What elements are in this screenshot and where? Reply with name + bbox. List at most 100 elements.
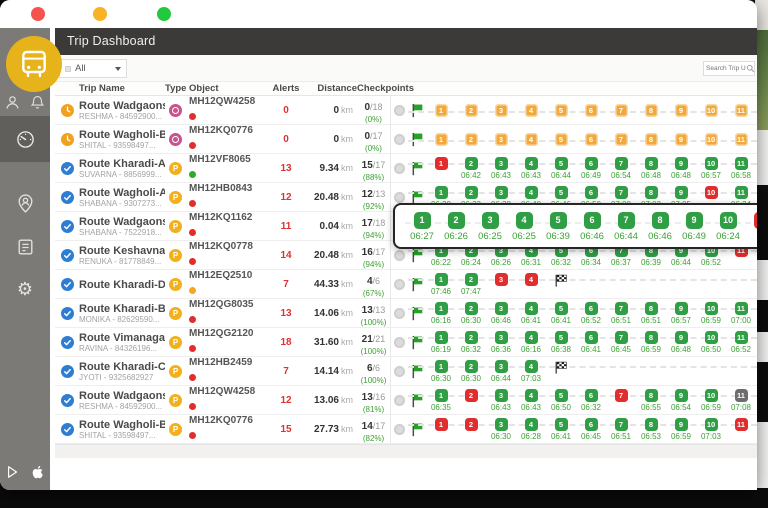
checkpoint-badge[interactable]: 5: [555, 104, 568, 117]
checkpoint-badge[interactable]: 7: [615, 104, 628, 117]
timeline-clock-icon[interactable]: [394, 395, 405, 406]
close-window-button[interactable]: [31, 7, 45, 21]
minimize-window-button[interactable]: [93, 7, 107, 21]
checkpoint-badge[interactable]: 2: [465, 157, 478, 170]
checkpoint-badge[interactable]: 11: [735, 331, 748, 344]
trip-name[interactable]: Route Kharadi-D...: [79, 279, 165, 291]
checkpoint-badge[interactable]: 1: [435, 186, 448, 199]
table-row[interactable]: Route Wadgaonsh... RESHMA - 84592900... …: [55, 386, 757, 415]
checkpoint-badge[interactable]: 8: [645, 157, 658, 170]
timeline-clock-icon[interactable]: [394, 134, 405, 145]
sidebar-item-reports[interactable]: [0, 224, 50, 270]
checkpoint-badge[interactable]: 1: [435, 418, 448, 431]
checkpoint-badge[interactable]: 3: [495, 186, 508, 199]
timeline-clock-icon[interactable]: [394, 279, 405, 290]
trip-name[interactable]: Route Wadgaonsh...: [79, 100, 165, 112]
table-row[interactable]: Route Wagholi-B... SHITAL - 93598497... …: [55, 415, 757, 444]
apple-icon[interactable]: [31, 465, 45, 484]
checkpoint-badge[interactable]: 2: [465, 389, 478, 402]
checkpoint-badge[interactable]: 2: [465, 104, 478, 117]
checkpoint-badge[interactable]: 2: [465, 418, 478, 431]
sidebar-item-dashboard[interactable]: [0, 116, 50, 162]
checkpoint-badge[interactable]: 3: [495, 302, 508, 315]
checkpoint-badge[interactable]: 10: [720, 212, 737, 229]
timeline-clock-icon[interactable]: [394, 163, 405, 174]
user-icon[interactable]: [4, 94, 21, 116]
trip-name[interactable]: Route Vimanagar...: [79, 332, 165, 344]
checkpoint-badge[interactable]: 4: [525, 389, 538, 402]
checkpoint-badge[interactable]: 5: [555, 186, 568, 199]
checkpoint-badge[interactable]: 5: [555, 418, 568, 431]
checkpoint-badge[interactable]: 4: [516, 212, 533, 229]
sidebar-item-tracking[interactable]: [0, 180, 50, 226]
checkpoint-badge[interactable]: 2: [465, 273, 478, 286]
checkpoint-badge[interactable]: 6: [585, 331, 598, 344]
checkpoint-badge[interactable]: 4: [525, 133, 538, 146]
checkpoint-badge[interactable]: 8: [645, 186, 658, 199]
checkpoint-badge[interactable]: 10: [705, 186, 718, 199]
checkpoint-badge[interactable]: 9: [675, 133, 688, 146]
table-row[interactable]: Route Wadgaonsh... SHABANA - 7522918... …: [55, 212, 757, 241]
checkpoint-badge[interactable]: 8: [645, 331, 658, 344]
checkpoint-badge[interactable]: 8: [645, 389, 658, 402]
checkpoint-badge[interactable]: 7: [615, 418, 628, 431]
checkpoint-badge[interactable]: 4: [525, 157, 538, 170]
checkpoint-badge[interactable]: 5: [555, 331, 568, 344]
trip-name[interactable]: Route Keshavnag...: [79, 245, 165, 257]
checkpoint-badge[interactable]: 8: [645, 418, 658, 431]
table-row[interactable]: Route Kharadi-C... JYOTI - 9325682927 P …: [55, 357, 757, 386]
table-row[interactable]: Route Kharadi-B... MONIKA - 82629590... …: [55, 299, 757, 328]
checkpoint-badge[interactable]: 10: [705, 418, 718, 431]
trip-name[interactable]: Route Wadgaonsh...: [79, 390, 165, 402]
checkpoint-badge[interactable]: 9: [686, 212, 703, 229]
checkpoint-badge[interactable]: 10: [705, 302, 718, 315]
checkpoint-badge[interactable]: 6: [585, 302, 598, 315]
checkpoint-badge[interactable]: 9: [675, 418, 688, 431]
checkpoint-badge[interactable]: 10: [705, 389, 718, 402]
table-row[interactable]: Route Vimanagar... RAVINA - 84326196... …: [55, 328, 757, 357]
checkpoint-badge[interactable]: 8: [645, 104, 658, 117]
table-row[interactable]: Route Kharadi-A... SUVARNA - 8856999... …: [55, 154, 757, 183]
checkpoint-badge[interactable]: 1: [435, 157, 448, 170]
checkpoint-badge[interactable]: 3: [495, 157, 508, 170]
table-row[interactable]: Route Kharadi-D... P MH12EQ2510 7 44.33k…: [55, 270, 757, 299]
checkpoint-badge[interactable]: 1: [435, 104, 448, 117]
checkpoint-badge[interactable]: 2: [448, 212, 465, 229]
checkpoint-badge[interactable]: 1: [435, 273, 448, 286]
checkpoint-badge[interactable]: 7: [618, 212, 635, 229]
checkpoint-badge[interactable]: 11: [735, 157, 748, 170]
checkpoint-badge[interactable]: 2: [465, 186, 478, 199]
checkpoint-badge[interactable]: 9: [675, 389, 688, 402]
checkpoint-badge[interactable]: 9: [675, 104, 688, 117]
checkpoint-badge[interactable]: 11: [735, 186, 748, 199]
trip-name[interactable]: Route Wagholi-B...: [79, 419, 165, 431]
checkpoint-badge[interactable]: 4: [525, 104, 538, 117]
checkpoint-badge[interactable]: 10: [705, 157, 718, 170]
checkpoint-badge[interactable]: 9: [675, 302, 688, 315]
checkpoint-badge[interactable]: 8: [645, 133, 658, 146]
checkpoint-badge[interactable]: 11: [735, 302, 748, 315]
checkpoint-badge[interactable]: 6: [585, 389, 598, 402]
sidebar-item-settings[interactable]: ⚙: [0, 266, 50, 312]
timeline-clock-icon[interactable]: [394, 250, 405, 261]
checkpoint-badge[interactable]: 3: [495, 104, 508, 117]
checkpoint-badge[interactable]: 9: [675, 186, 688, 199]
checkpoint-badge[interactable]: 3: [495, 418, 508, 431]
checkpoint-badge[interactable]: 8: [645, 302, 658, 315]
checkpoint-badge[interactable]: 7: [615, 389, 628, 402]
checkpoint-badge[interactable]: 3: [495, 133, 508, 146]
checkpoint-badge[interactable]: 3: [495, 389, 508, 402]
timeline-clock-icon[interactable]: [394, 308, 405, 319]
checkpoint-badge[interactable]: 11: [735, 418, 748, 431]
trip-name[interactable]: Route Wagholi-A...: [79, 187, 165, 199]
checkpoint-badge[interactable]: 10: [705, 331, 718, 344]
checkpoint-badge[interactable]: 11: [754, 212, 758, 229]
checkpoint-badge[interactable]: 3: [482, 212, 499, 229]
trip-name[interactable]: Route Wagholi-B...: [79, 129, 165, 141]
timeline-clock-icon[interactable]: [394, 192, 405, 203]
checkpoint-badge[interactable]: 8: [652, 212, 669, 229]
checkpoint-badge[interactable]: 1: [435, 302, 448, 315]
checkpoint-badge[interactable]: 4: [525, 418, 538, 431]
checkpoint-badge[interactable]: 1: [435, 133, 448, 146]
checkpoint-badge[interactable]: 1: [435, 389, 448, 402]
